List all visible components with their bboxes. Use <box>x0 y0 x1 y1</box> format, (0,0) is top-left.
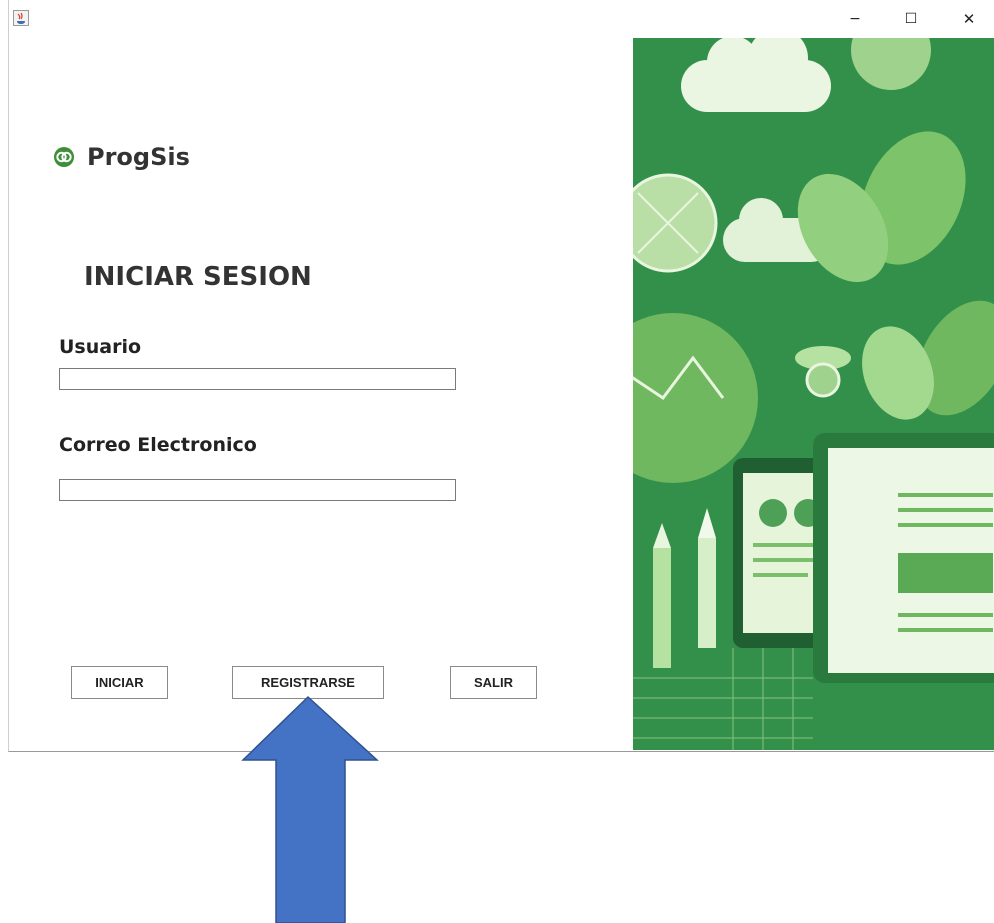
annotation-up-arrow-icon <box>241 695 379 923</box>
